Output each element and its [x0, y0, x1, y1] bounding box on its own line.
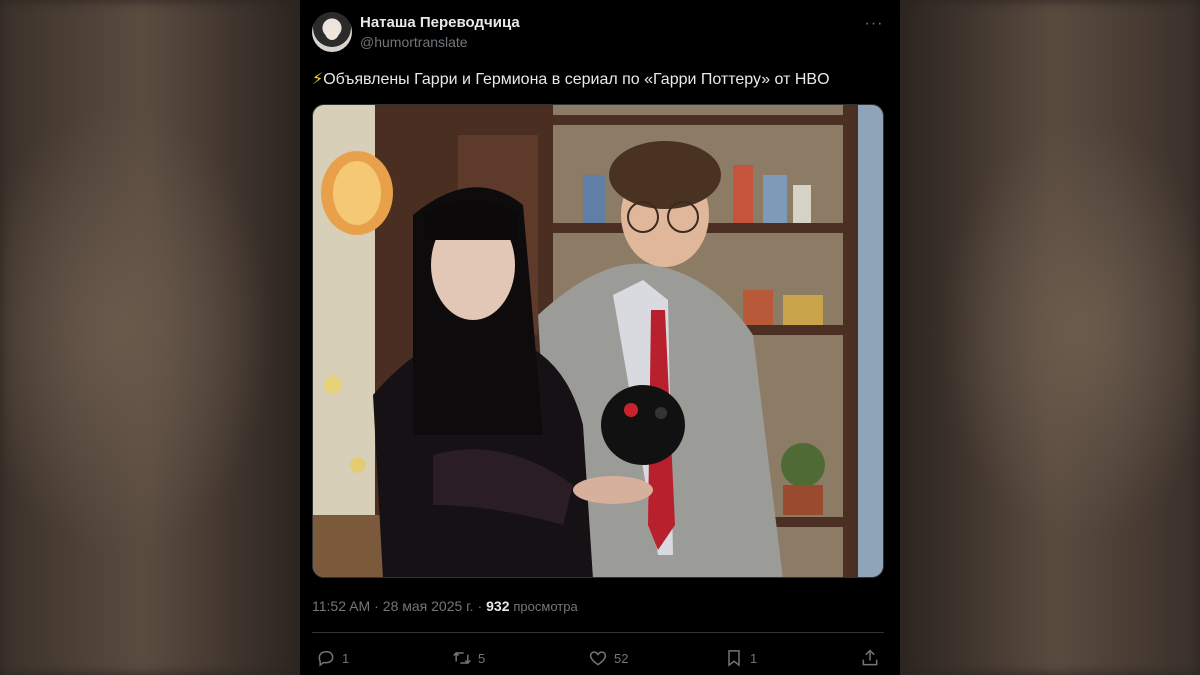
- bookmark-count: 1: [750, 650, 758, 666]
- tweet-time[interactable]: 11:52 AM: [312, 598, 370, 614]
- bookmark-icon: [728, 650, 740, 667]
- author-name[interactable]: Наташа Переводчица: [360, 14, 520, 31]
- author-handle[interactable]: @humortranslate: [360, 34, 468, 50]
- tweet-header: Наташа Переводчица @humortranslate ···: [312, 12, 888, 56]
- tweet-meta: 11:52 AM · 28 мая 2025 г. · 932 просмотра: [312, 598, 578, 614]
- retweet-icon: [453, 651, 471, 665]
- tweet-photo[interactable]: [312, 104, 884, 578]
- reply-button[interactable]: 1: [316, 645, 349, 671]
- retweet-count: 5: [478, 650, 486, 666]
- reply-count: 1: [342, 650, 350, 666]
- share-icon: [862, 649, 878, 666]
- retweet-button[interactable]: 5: [452, 645, 485, 671]
- more-horizontal-icon[interactable]: ···: [864, 14, 884, 34]
- tweet-text-body: Объявлены Гарри и Гермиона в сериал по «…: [323, 71, 830, 88]
- tweet-text: ⚡Объявлены Гарри и Гермиона в сериал по …: [312, 69, 830, 89]
- like-count: 52: [614, 650, 629, 666]
- like-button[interactable]: 52: [588, 645, 628, 671]
- divider: [312, 632, 884, 633]
- share-button[interactable]: [860, 645, 886, 671]
- action-bar: 1 5 52 1: [312, 645, 884, 671]
- reply-icon: [318, 651, 334, 667]
- bookmark-button[interactable]: 1: [724, 645, 757, 671]
- avatar[interactable]: [312, 12, 352, 52]
- lightning-icon: ⚡: [312, 71, 324, 88]
- views-count: 932: [486, 598, 510, 614]
- tweet-date[interactable]: 28 мая 2025 г.: [383, 598, 474, 614]
- tweet-card: Наташа Переводчица @humortranslate ··· ⚡…: [300, 0, 900, 675]
- views-label: просмотра: [513, 599, 578, 614]
- heart-icon: [589, 651, 607, 666]
